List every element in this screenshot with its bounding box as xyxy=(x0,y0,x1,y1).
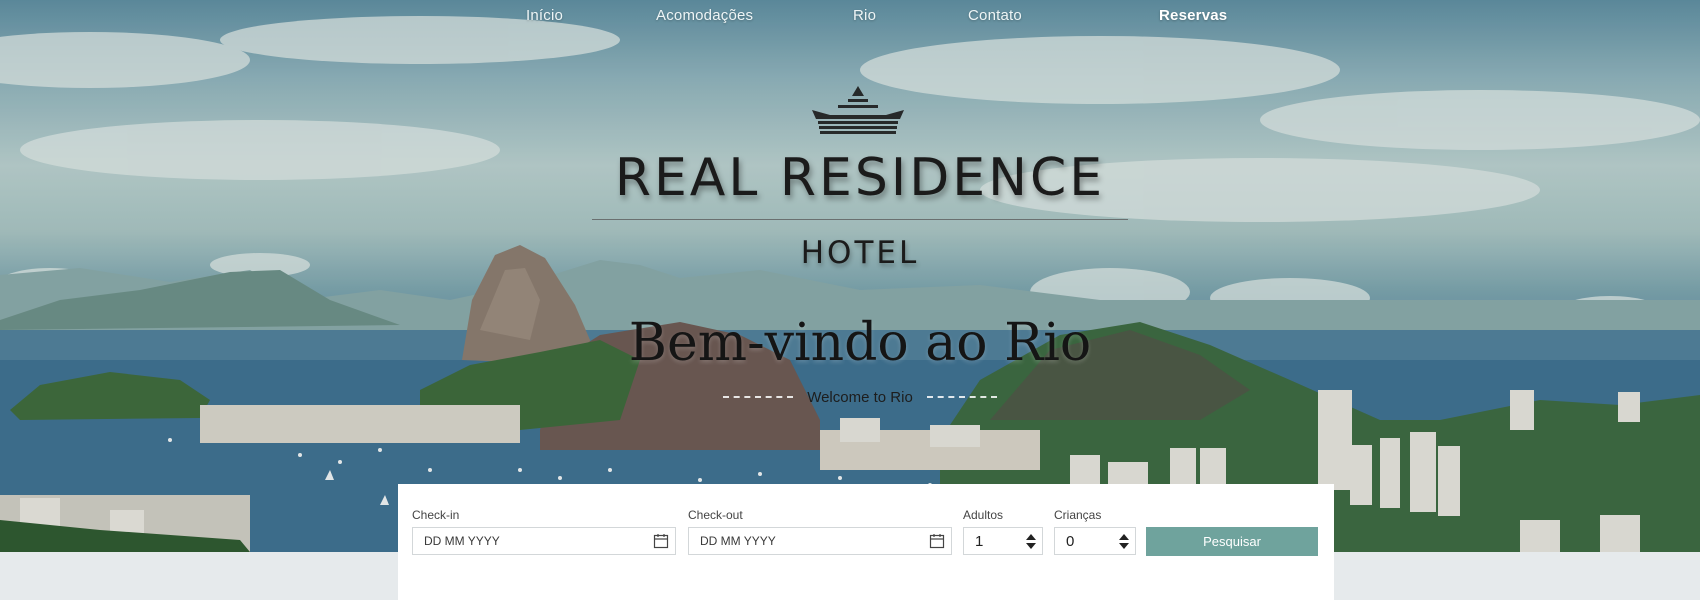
children-stepper[interactable]: 0 xyxy=(1054,527,1136,555)
logo-divider xyxy=(592,219,1128,220)
nav-item-reservas[interactable]: Reservas xyxy=(1159,7,1227,24)
crown-icon xyxy=(812,86,904,134)
calendar-icon[interactable] xyxy=(653,533,669,549)
left-dash-divider xyxy=(723,396,794,398)
children-spinner[interactable] xyxy=(1119,533,1129,549)
nav-item-inicio[interactable]: Início xyxy=(526,7,563,24)
adults-stepper[interactable]: 1 xyxy=(963,527,1043,555)
checkout-input[interactable]: DD MM YYYY xyxy=(688,527,952,555)
right-dash-divider xyxy=(926,396,997,398)
hero-subheading-row: Welcome to Rio xyxy=(700,385,1020,409)
logo-title: REAL RESIDENCE xyxy=(614,148,1106,208)
calendar-icon[interactable] xyxy=(929,533,945,549)
checkin-label: Check-in xyxy=(412,508,460,522)
logo-subtitle: HOTEL xyxy=(800,235,920,271)
checkout-placeholder: DD MM YYYY xyxy=(700,534,776,548)
chevron-up-icon[interactable] xyxy=(1026,533,1036,540)
search-button[interactable]: Pesquisar xyxy=(1146,527,1318,556)
hero-heading: Bem-vindo ao Rio xyxy=(628,313,1092,373)
nav-item-contato[interactable]: Contato xyxy=(968,7,1022,24)
checkout-label: Check-out xyxy=(688,508,743,522)
children-label: Crianças xyxy=(1054,508,1102,522)
adults-spinner[interactable] xyxy=(1026,533,1036,549)
nav-item-acomodacoes[interactable]: Acomodações xyxy=(656,7,753,24)
hero-background xyxy=(0,0,1700,552)
adults-value: 1 xyxy=(975,532,984,550)
chevron-down-icon[interactable] xyxy=(1026,542,1036,549)
adults-label: Adultos xyxy=(963,508,1004,522)
checkin-placeholder: DD MM YYYY xyxy=(424,534,500,548)
nav-item-rio[interactable]: Rio xyxy=(853,7,876,24)
chevron-down-icon[interactable] xyxy=(1119,542,1129,549)
main-nav: Início Acomodações Rio Contato Reservas xyxy=(0,0,1700,34)
booking-panel: Check-in DD MM YYYY Check-out DD MM YYYY… xyxy=(398,484,1334,600)
hero-subheading: Welcome to Rio xyxy=(807,388,913,406)
checkin-input[interactable]: DD MM YYYY xyxy=(412,527,676,555)
chevron-up-icon[interactable] xyxy=(1119,533,1129,540)
children-value: 0 xyxy=(1066,532,1075,550)
